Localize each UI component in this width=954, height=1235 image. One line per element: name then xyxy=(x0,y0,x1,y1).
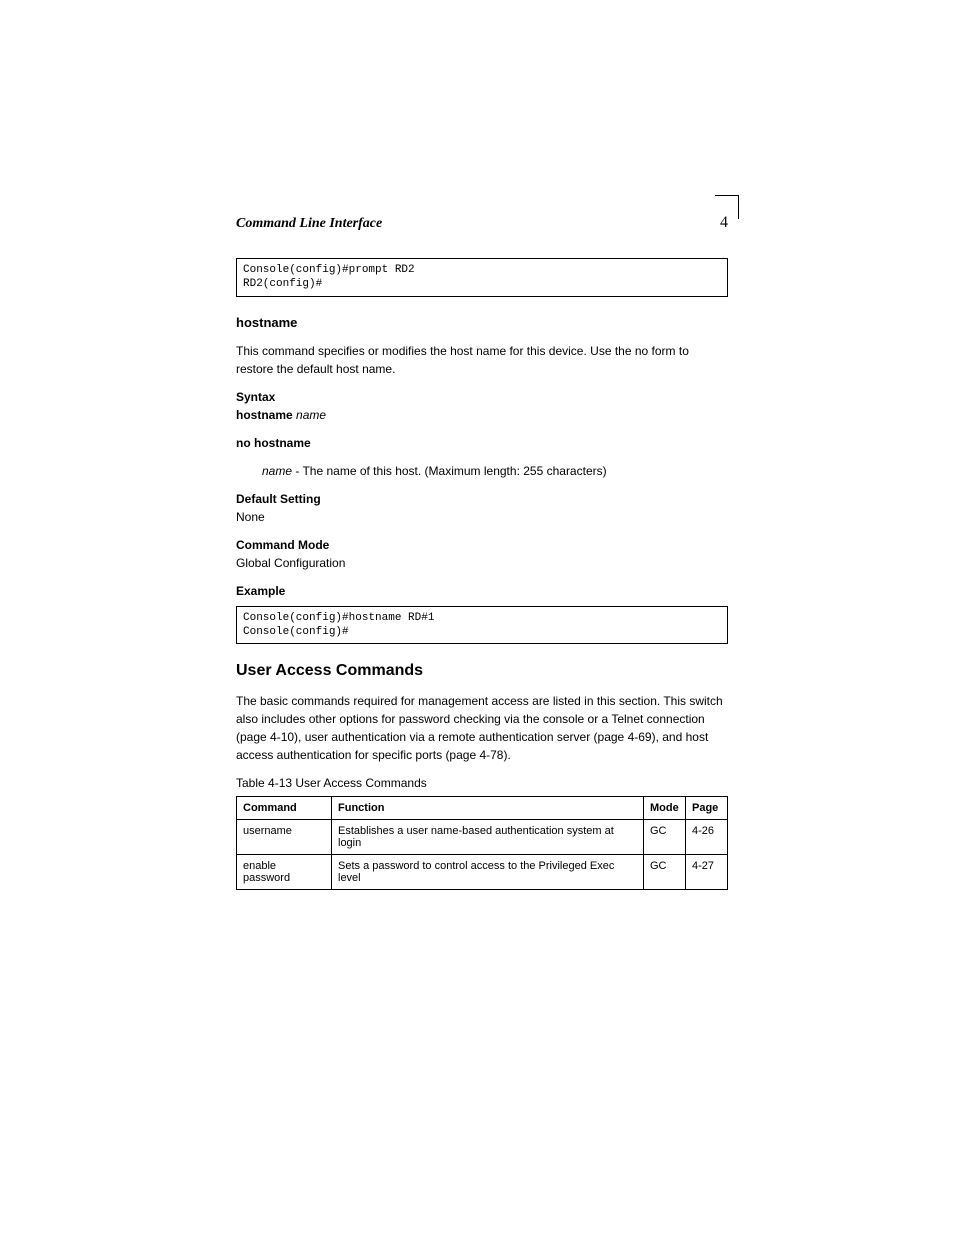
col-header-page: Page xyxy=(686,797,728,820)
mode-heading: Command Mode xyxy=(236,538,728,552)
cell-command: enable password xyxy=(237,855,332,890)
col-header-function: Function xyxy=(332,797,644,820)
page-body: Command Line Interface 4 Console(config)… xyxy=(236,214,728,890)
header-chapter-number: 4 xyxy=(720,214,728,232)
command-heading-hostname: hostname xyxy=(236,315,728,330)
syntax-heading: Syntax xyxy=(236,390,728,404)
param-name: name xyxy=(262,464,292,478)
col-header-mode: Mode xyxy=(644,797,686,820)
cell-page: 4-26 xyxy=(686,820,728,855)
mode-text: Global Configuration xyxy=(236,554,728,572)
cell-function: Sets a password to control access to the… xyxy=(332,855,644,890)
param-line: name - The name of this host. (Maximum l… xyxy=(262,462,728,480)
user-access-intro: The basic commands required for manageme… xyxy=(236,692,728,764)
param-desc: - The name of this host. (Maximum length… xyxy=(292,464,607,478)
cell-mode: GC xyxy=(644,855,686,890)
cell-page: 4-27 xyxy=(686,855,728,890)
hostname-intro: This command specifies or modifies the h… xyxy=(236,342,728,378)
syntax-line-1: hostname name xyxy=(236,406,728,424)
example-heading: Example xyxy=(236,584,728,598)
default-text: None xyxy=(236,508,728,526)
syntax-cmd: hostname xyxy=(236,408,293,422)
section-heading-user-access: User Access Commands xyxy=(236,662,728,680)
table-header-row: Command Function Mode Page xyxy=(237,797,728,820)
cell-function: Establishes a user name-based authentica… xyxy=(332,820,644,855)
page-header: Command Line Interface 4 xyxy=(236,214,728,232)
cell-mode: GC xyxy=(644,820,686,855)
syntax-no-cmd: no hostname xyxy=(236,436,311,450)
syntax-line-2: no hostname xyxy=(236,434,728,452)
cell-command: username xyxy=(237,820,332,855)
code-block-hostname-example: Console(config)#hostname RD#1 Console(co… xyxy=(236,606,728,645)
user-access-table: Command Function Mode Page username Esta… xyxy=(236,796,728,890)
default-heading: Default Setting xyxy=(236,492,728,506)
syntax-arg: name xyxy=(296,408,326,422)
col-header-command: Command xyxy=(237,797,332,820)
code-block-prompt-example: Console(config)#prompt RD2 RD2(config)# xyxy=(236,258,728,297)
table-row: username Establishes a user name-based a… xyxy=(237,820,728,855)
hostname-intro-text: This command specifies or modifies the h… xyxy=(236,344,689,376)
header-title: Command Line Interface xyxy=(236,216,382,232)
table-caption: Table 4-13 User Access Commands xyxy=(236,776,728,790)
table-row: enable password Sets a password to contr… xyxy=(237,855,728,890)
